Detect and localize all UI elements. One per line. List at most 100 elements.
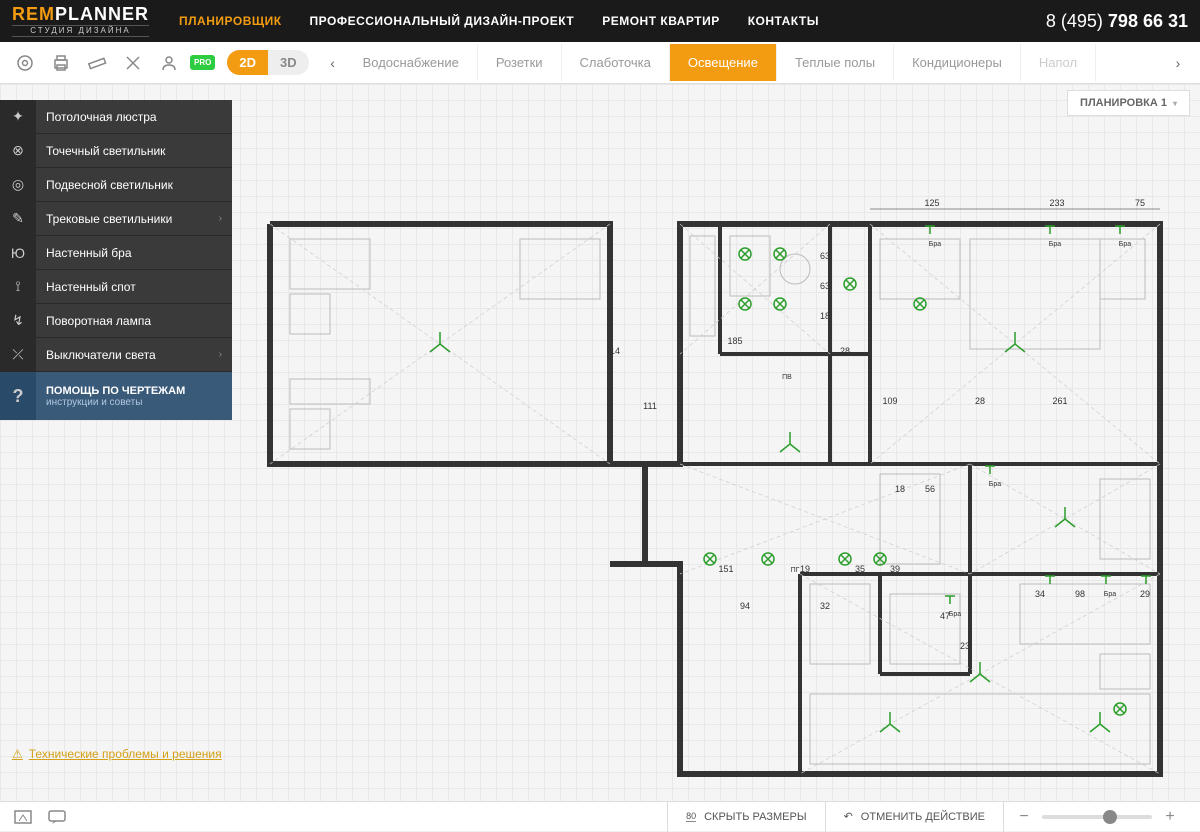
svg-text:151: 151	[718, 564, 733, 574]
tabs-container: ‹ Водоснабжение Розетки Слаботочка Освещ…	[321, 44, 1190, 81]
nav-planner[interactable]: ПЛАНИРОВЩИК	[179, 14, 282, 28]
sidebar-item-wallspot[interactable]: ⟟ Настенный спот	[0, 270, 232, 304]
svg-text:Бра: Бра	[929, 241, 941, 248]
nav-design-project[interactable]: ПРОФЕССИОНАЛЬНЫЙ ДИЗАЙН-ПРОЕКТ	[310, 14, 575, 28]
settings-icon[interactable]	[10, 48, 40, 78]
tab-water[interactable]: Водоснабжение	[345, 44, 478, 81]
tab-sockets[interactable]: Розетки	[478, 44, 562, 81]
svg-text:39: 39	[890, 564, 900, 574]
tech-issues-link[interactable]: Технические проблемы и решения	[12, 747, 222, 761]
logo[interactable]: REMPLANNER СТУДИЯ ДИЗАЙНА	[12, 5, 149, 37]
sidebar-item-spotlight[interactable]: ⊗ Точечный светильник	[0, 134, 232, 168]
sidebar-item-sconce[interactable]: Ю Настенный бра	[0, 236, 232, 270]
spotlight-icon: ⊗	[0, 134, 36, 168]
nav-contacts[interactable]: КОНТАКТЫ	[748, 14, 819, 28]
tab-ac[interactable]: Кондиционеры	[894, 44, 1021, 81]
hide-dimensions-button[interactable]: 80 СКРЫТЬ РАЗМЕРЫ	[667, 802, 824, 832]
svg-text:125: 125	[924, 198, 939, 208]
layout-selector[interactable]: ПЛАНИРОВКА 1	[1067, 90, 1190, 116]
chevron-right-icon: ›	[219, 213, 232, 224]
svg-text:14: 14	[610, 346, 620, 356]
swivel-icon: ↯	[0, 304, 36, 338]
sidebar-item-label: Трековые светильники	[36, 212, 219, 226]
sconce-icon: Ю	[0, 236, 36, 270]
wallspot-icon: ⟟	[0, 270, 36, 304]
fullscreen-icon[interactable]	[10, 806, 36, 828]
tab-floor[interactable]: Напол	[1021, 44, 1096, 81]
tools-icon[interactable]	[118, 48, 148, 78]
sidebar-item-track[interactable]: ✎ Трековые светильники ›	[0, 202, 232, 236]
svg-text:109: 109	[882, 396, 897, 406]
logo-subtitle: СТУДИЯ ДИЗАЙНА	[12, 25, 149, 37]
sidebar-item-switches[interactable]: ⤫ Выключатели света ›	[0, 338, 232, 372]
pendant-icon: ◎	[0, 168, 36, 202]
tab-lowvoltage[interactable]: Слаботочка	[562, 44, 670, 81]
view-2d-button[interactable]: 2D	[227, 50, 268, 75]
svg-text:18: 18	[895, 484, 905, 494]
undo-icon: ↶	[844, 810, 853, 823]
svg-text:Бра: Бра	[1119, 241, 1131, 248]
user-icon[interactable]	[154, 48, 184, 78]
svg-text:18: 18	[820, 311, 830, 321]
zoom-slider[interactable]	[1042, 815, 1152, 819]
svg-text:63: 63	[820, 281, 830, 291]
toolbar: PRO 2D 3D ‹ Водоснабжение Розетки Слабот…	[0, 42, 1200, 84]
tabs-prev-arrow[interactable]: ‹	[321, 55, 345, 71]
sidebar-item-label: Настенный спот	[36, 280, 232, 294]
sidebar-item-label: Точечный светильник	[36, 144, 232, 158]
sidebar-item-pendant[interactable]: ◎ Подвесной светильник	[0, 168, 232, 202]
tabs: Водоснабжение Розетки Слаботочка Освещен…	[345, 44, 1166, 81]
phone-number[interactable]: 8 (495) 798 66 31	[1046, 11, 1188, 32]
undo-label: ОТМЕНИТЬ ДЕЙСТВИЕ	[861, 811, 985, 823]
svg-text:29: 29	[1140, 589, 1150, 599]
svg-text:23: 23	[960, 641, 970, 651]
tabs-next-arrow[interactable]: ›	[1166, 55, 1190, 71]
zoom-control: − +	[1003, 802, 1190, 832]
svg-text:34: 34	[1035, 589, 1045, 599]
sidebar-item-swivel[interactable]: ↯ Поворотная лампа	[0, 304, 232, 338]
svg-text:Бра: Бра	[1049, 241, 1061, 248]
app-header: REMPLANNER СТУДИЯ ДИЗАЙНА ПЛАНИРОВЩИК ПР…	[0, 0, 1200, 42]
chevron-right-icon: ›	[219, 349, 232, 360]
help-subtitle: инструкции и советы	[46, 397, 185, 408]
svg-text:32: 32	[820, 601, 830, 611]
zoom-out-button[interactable]: −	[1016, 808, 1032, 826]
help-title: ПОМОЩЬ ПО ЧЕРТЕЖАМ	[46, 385, 185, 397]
svg-text:233: 233	[1049, 198, 1064, 208]
zoom-in-button[interactable]: +	[1162, 808, 1178, 826]
svg-text:111: 111	[643, 401, 657, 411]
svg-text:261: 261	[1052, 396, 1067, 406]
logo-planner: PLANNER	[55, 4, 149, 24]
svg-text:Бра: Бра	[1104, 591, 1116, 598]
nav-renovation[interactable]: РЕМОНТ КВАРТИР	[602, 14, 720, 28]
svg-text:ПВ: ПВ	[782, 374, 792, 381]
footer: 80 СКРЫТЬ РАЗМЕРЫ ↶ ОТМЕНИТЬ ДЕЙСТВИЕ − …	[0, 801, 1200, 831]
hide-dims-label: СКРЫТЬ РАЗМЕРЫ	[704, 811, 806, 823]
floorplan[interactable]: 125 233 75 636318 1851428 111109 28261 1…	[250, 154, 1170, 794]
view-toggle: 2D 3D	[227, 50, 308, 75]
pro-badge[interactable]: PRO	[190, 55, 215, 70]
sidebar-item-chandelier[interactable]: ✦ Потолочная люстра	[0, 100, 232, 134]
svg-text:185: 185	[727, 336, 742, 346]
dims-value: 80	[686, 811, 696, 822]
print-icon[interactable]	[46, 48, 76, 78]
view-3d-button[interactable]: 3D	[268, 50, 309, 75]
ruler-icon[interactable]	[82, 48, 112, 78]
sidebar-item-label: Выключатели света	[36, 348, 219, 362]
svg-text:28: 28	[840, 346, 850, 356]
help-icon: ?	[0, 372, 36, 420]
svg-text:ПГ: ПГ	[791, 567, 800, 574]
tab-lighting[interactable]: Освещение	[670, 44, 777, 81]
sidebar-item-label: Потолочная люстра	[36, 110, 232, 124]
sidebar-help[interactable]: ? ПОМОЩЬ ПО ЧЕРТЕЖАМ инструкции и советы	[0, 372, 232, 420]
svg-text:98: 98	[1075, 589, 1085, 599]
chandelier-icon: ✦	[0, 100, 36, 134]
svg-text:Бра: Бра	[989, 481, 1001, 488]
zoom-thumb[interactable]	[1103, 810, 1117, 824]
tab-heating[interactable]: Теплые полы	[777, 44, 894, 81]
undo-button[interactable]: ↶ ОТМЕНИТЬ ДЕЙСТВИЕ	[825, 802, 1003, 832]
svg-text:35: 35	[855, 564, 865, 574]
tool-sidebar: ✦ Потолочная люстра ⊗ Точечный светильни…	[0, 100, 232, 420]
chat-icon[interactable]	[44, 806, 70, 828]
layout-label: ПЛАНИРОВКА 1	[1080, 97, 1167, 109]
